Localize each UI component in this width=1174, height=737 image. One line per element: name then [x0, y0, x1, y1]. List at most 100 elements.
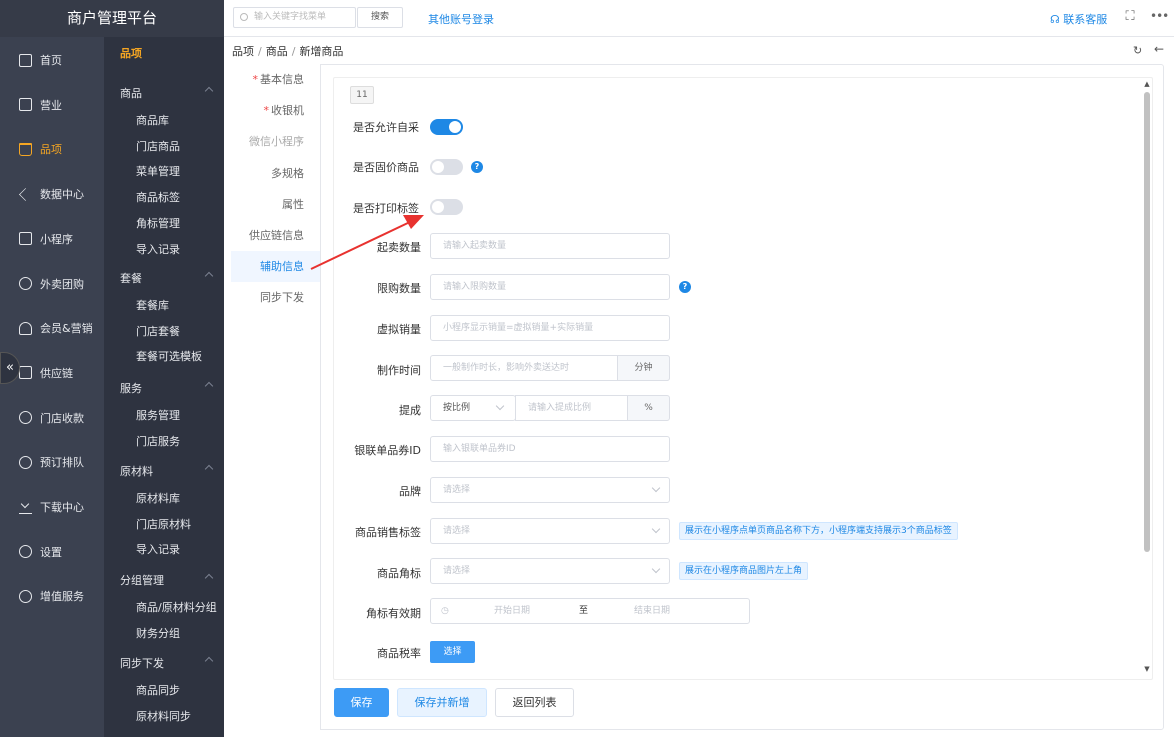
sidebar-subitem[interactable]: 导入记录	[136, 239, 224, 261]
sidebar-item-10[interactable]: 下载中心	[0, 492, 104, 522]
tax-select-button[interactable]: 选择	[430, 641, 475, 663]
sidebar-group-0[interactable]: 商品	[120, 82, 224, 104]
tax-label: 商品税率	[377, 647, 421, 660]
sidebar-item-9[interactable]: 预订排队	[0, 447, 104, 477]
sidebar-item-4[interactable]: 小程序	[0, 224, 104, 254]
sidebar-item-11[interactable]: 设置	[0, 537, 104, 567]
commission-mode-select[interactable]: 按比例	[430, 395, 516, 421]
sidebar-item-0[interactable]: 首页	[0, 45, 104, 75]
sidebar-subitem[interactable]: 角标管理	[136, 213, 224, 235]
sales-tag-select[interactable]: 请选择	[430, 518, 670, 544]
expand-icon[interactable]: ⛶	[1122, 9, 1138, 25]
sidebar-item-5[interactable]: 外卖团购	[0, 269, 104, 299]
refresh-icon[interactable]: ↻	[1133, 44, 1142, 57]
sidebar-item-2[interactable]: 品项	[0, 134, 104, 164]
sidebar-item-12[interactable]: 增值服务	[0, 581, 104, 611]
sidebar-subitem[interactable]: 财务分组	[136, 623, 224, 645]
allow-self-purchase-toggle[interactable]	[430, 119, 463, 135]
app-root: 商户管理平台 首页 营业 品项 数据中心 小程序 外卖团购 会员&营销 供应链 门店收款 预订排队…	[0, 0, 1174, 737]
other-account-login-link[interactable]: 其他账号登录	[428, 11, 494, 27]
sidebar-group-2[interactable]: 服务	[120, 377, 224, 399]
corner-period-range[interactable]: ◷ 开始日期 至 结束日期	[430, 598, 750, 624]
sidebar-subitem[interactable]: 原材料库	[136, 488, 224, 510]
sidebar-subitem[interactable]: 套餐库	[136, 295, 224, 317]
sidebar-subitem[interactable]: 门店套餐	[136, 321, 224, 343]
unionpay-id-label: 银联单品券ID	[354, 444, 421, 457]
sidebar-subitem[interactable]: 商品库	[136, 110, 224, 132]
unionpay-id-input[interactable]: 输入银联单品券ID	[430, 436, 670, 462]
sidebar-subitem[interactable]: 原材料同步	[136, 706, 224, 728]
range-separator: 至	[579, 606, 589, 616]
sidebar-subitem[interactable]: 商品标签	[136, 187, 224, 209]
sidebar-subitem[interactable]: 门店原材料	[136, 514, 224, 536]
end-date[interactable]: 结束日期	[634, 599, 670, 623]
sidebar-subitem[interactable]: 商品同步	[136, 680, 224, 702]
tab-2[interactable]: 微信小程序	[231, 126, 320, 157]
clock-icon: ◷	[441, 606, 449, 616]
ellipsis-icon[interactable]: •••	[1150, 9, 1170, 25]
sidebar-subitem[interactable]: 商品/原材料分组	[136, 597, 224, 619]
save-and-new-button[interactable]: 保存并新增	[397, 688, 487, 717]
limit-qty-input[interactable]: 请输入限购数量	[430, 274, 670, 300]
print-label-toggle[interactable]	[430, 199, 463, 215]
breadcrumb-item[interactable]: 品项	[232, 45, 254, 58]
required-mark: *	[263, 104, 270, 118]
sidebar-item-1[interactable]: 营业	[0, 90, 104, 120]
brand-select[interactable]: 请选择	[430, 477, 670, 503]
back-arrow-icon[interactable]: ←	[1154, 42, 1164, 56]
start-date[interactable]: 开始日期	[494, 599, 530, 623]
sidebar-subitem[interactable]: 导入记录	[136, 539, 224, 561]
save-button[interactable]: 保存	[334, 688, 389, 717]
fixed-price-toggle[interactable]	[430, 159, 463, 175]
chevron-up-icon	[204, 381, 214, 391]
form-scrollbar[interactable]: ▲ ▼	[1143, 80, 1151, 673]
sidebar-item-8[interactable]: 门店收款	[0, 403, 104, 433]
customer-service-link[interactable]: ☊ 联系客服	[1050, 11, 1107, 27]
sidebar-group-1[interactable]: 套餐	[120, 267, 224, 289]
scroll-down-icon[interactable]: ▼	[1143, 665, 1151, 673]
make-time-label: 制作时间	[377, 364, 421, 377]
tab-label: 供应链信息	[249, 229, 304, 242]
sidebar-item-label: 下载中心	[40, 501, 84, 514]
corner-select[interactable]: 请选择	[430, 558, 670, 584]
sidebar-group-4[interactable]: 分组管理	[120, 569, 224, 591]
commission-rate-input[interactable]: 请输入提成比例	[515, 395, 628, 421]
tab-label: 辅助信息	[260, 260, 304, 274]
search-button[interactable]: 搜索	[357, 7, 403, 28]
sidebar-item-3[interactable]: 数据中心	[0, 179, 104, 209]
tab-label: 多规格	[271, 166, 304, 180]
sidebar-subitem[interactable]: 服务管理	[136, 405, 224, 427]
section-tabs: * 基本信息 * 收银机 微信小程序 多规格 属性 供应链信息 辅助信息 同步下发	[231, 64, 321, 730]
scroll-up-icon[interactable]: ▲	[1143, 80, 1151, 88]
tab-4[interactable]: 属性	[231, 189, 320, 220]
virtual-sales-input[interactable]: 小程序显示销量=虚拟销量+实际销量	[430, 315, 670, 341]
sidebar-subitem[interactable]: 门店服务	[136, 431, 224, 453]
tab-0[interactable]: * 基本信息	[231, 64, 320, 95]
menu-search-input[interactable]: 输入关键字找菜单	[233, 7, 356, 28]
min-qty-input[interactable]: 请输入起卖数量	[430, 233, 670, 259]
sidebar-group-3[interactable]: 原材料	[120, 460, 224, 482]
tab-1[interactable]: * 收银机	[231, 95, 320, 126]
sidebar-item-label: 数据中心	[40, 188, 84, 202]
breadcrumb-item[interactable]: 商品	[266, 45, 288, 58]
tab-3[interactable]: 多规格	[231, 158, 320, 189]
tab-6[interactable]: 辅助信息	[231, 251, 320, 283]
sidebar-item-label: 门店收款	[40, 411, 84, 425]
sidebar-item-label: 设置	[40, 545, 62, 559]
sidebar-item-6[interactable]: 会员&营销	[0, 313, 104, 343]
sales-tag-tip: 展示在小程序点单页商品名称下方，小程序端支持展示3个商品标签	[679, 522, 958, 540]
sidebar-subitem[interactable]: 门店商品	[136, 136, 224, 158]
sidebar-subitem[interactable]: 菜单管理	[136, 161, 224, 183]
download-icon	[19, 501, 32, 514]
count-badge: 11	[350, 86, 374, 104]
calendar-icon	[19, 98, 32, 112]
help-icon[interactable]: ?	[679, 281, 691, 293]
tab-7[interactable]: 同步下发	[231, 282, 320, 313]
scrollbar-thumb[interactable]	[1144, 92, 1150, 552]
sidebar-group-5[interactable]: 同步下发	[120, 652, 224, 674]
back-to-list-button[interactable]: 返回列表	[495, 688, 574, 717]
tab-5[interactable]: 供应链信息	[231, 220, 320, 251]
tab-label: 收银机	[271, 104, 304, 118]
sidebar-subitem[interactable]: 套餐可选模板	[136, 346, 224, 368]
help-icon[interactable]: ?	[471, 161, 483, 173]
